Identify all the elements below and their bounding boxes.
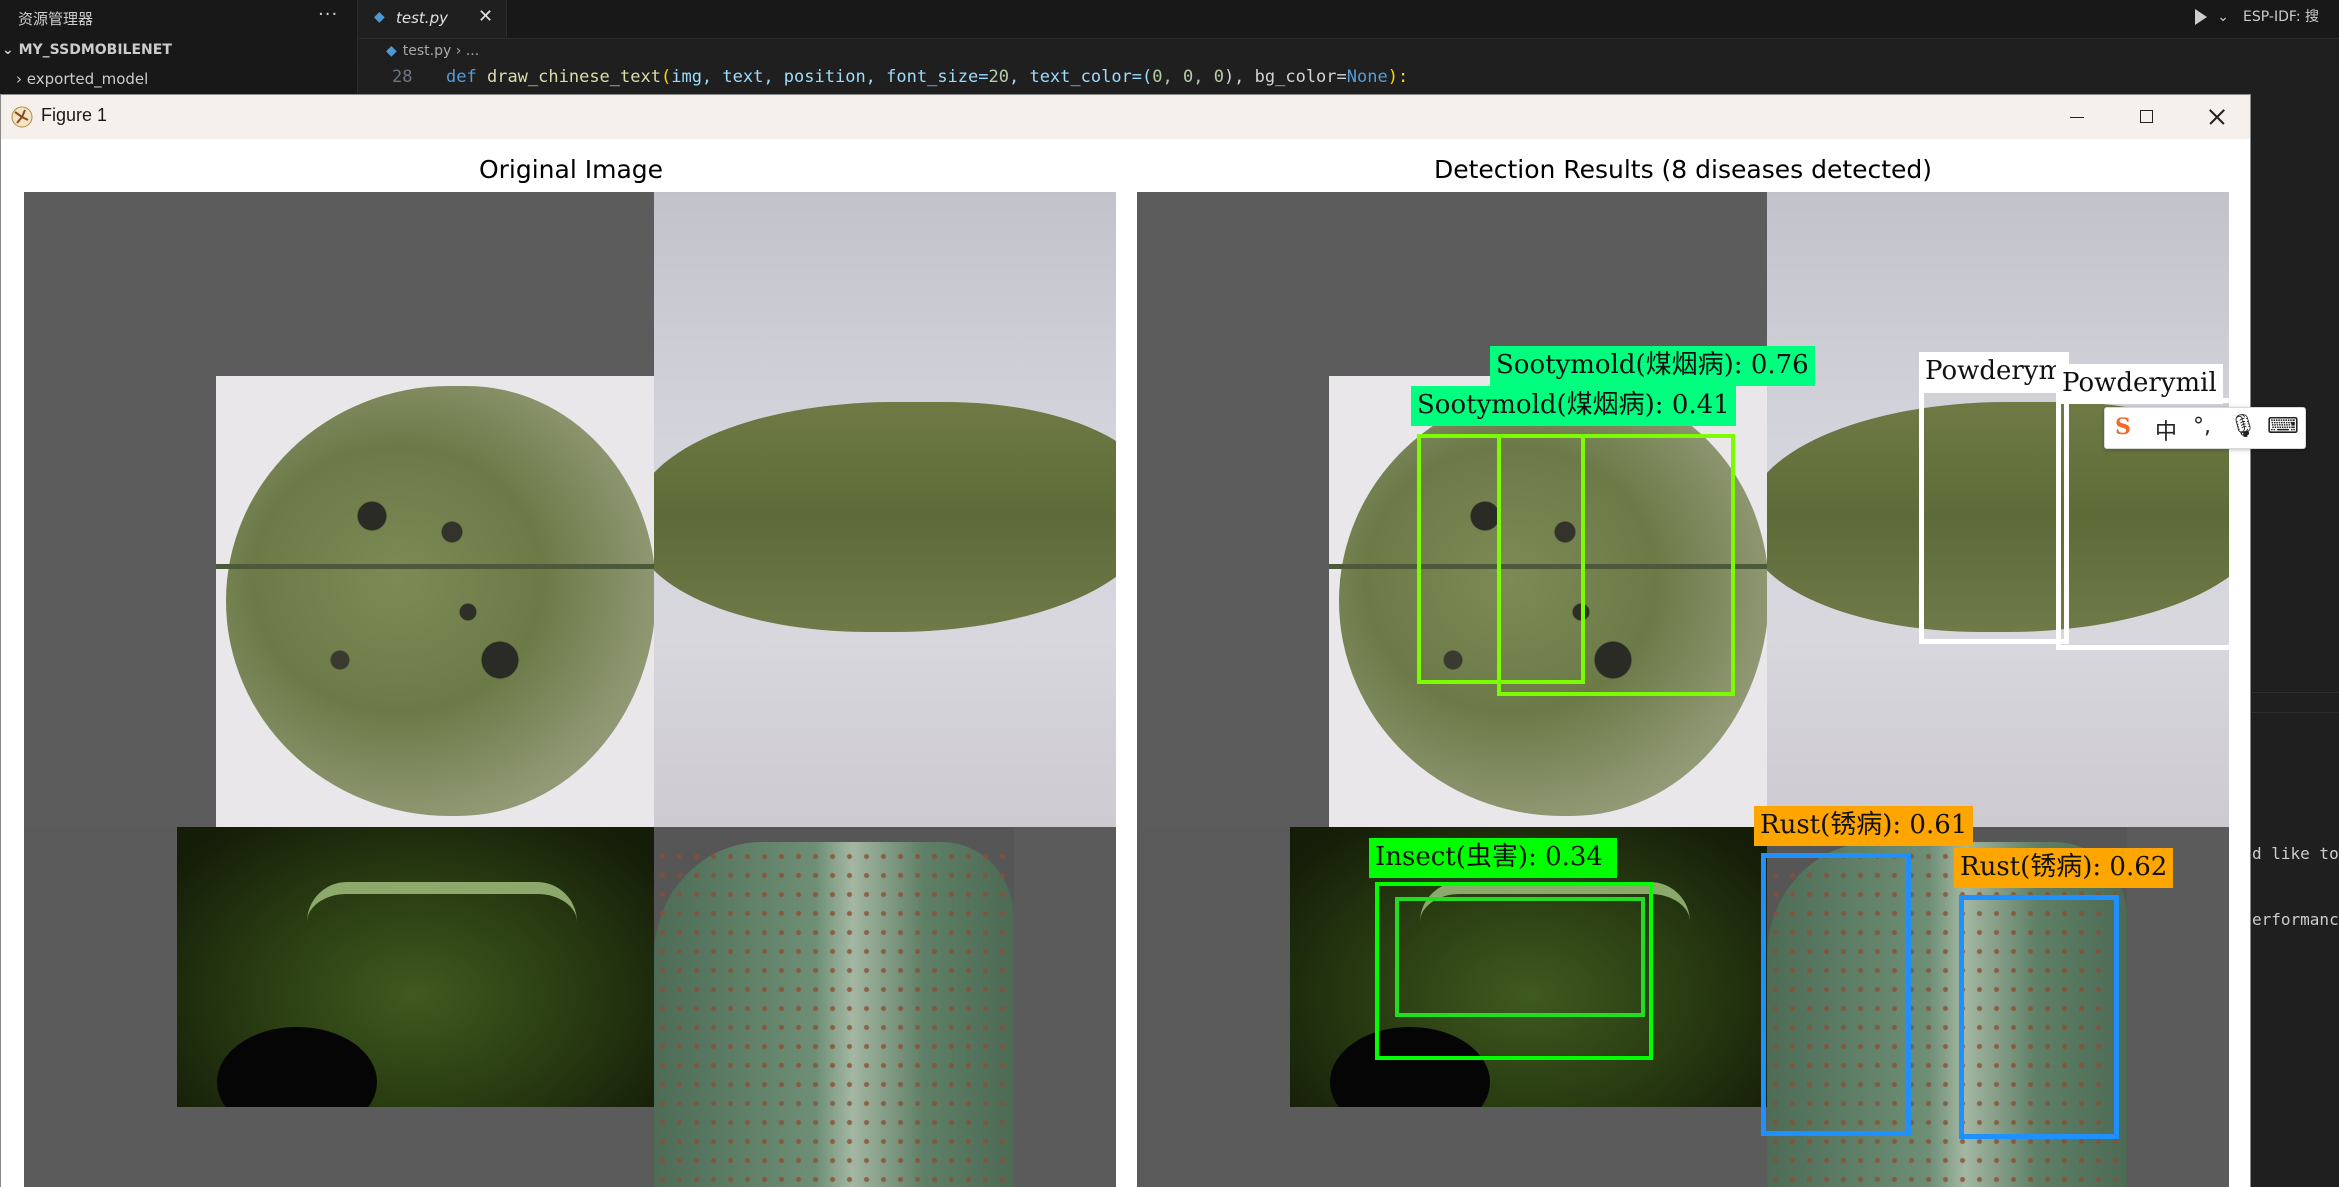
detection-results-title: Detection Results (8 diseases detected) bbox=[1433, 155, 1933, 184]
detection-image: Sootymold(煤烟病): 0.76 Sootymold(煤烟病): 0.4… bbox=[1137, 192, 2229, 1187]
detection-box bbox=[1761, 853, 1911, 1136]
matplotlib-icon bbox=[11, 106, 33, 128]
figure-window: Figure 1 Original Image Detection Result… bbox=[0, 94, 2251, 1187]
detection-box bbox=[1919, 388, 2069, 644]
original-image-title: Original Image bbox=[478, 155, 664, 184]
ime-toolbar[interactable]: S 中 °, 🎙 ⌨ bbox=[2104, 407, 2306, 449]
tab-test-py[interactable]: ◆ test.py ✕ bbox=[358, 0, 507, 38]
terminal-line: erformance bbox=[2252, 910, 2339, 929]
python-file-icon: ◆ bbox=[374, 9, 385, 25]
minimize-button[interactable] bbox=[2041, 95, 2111, 139]
editor-tabbar: ◆ test.py ✕ ⌄ ESP-IDF: 搜 bbox=[358, 0, 2339, 39]
panel-divider bbox=[2252, 712, 2339, 713]
insect-image bbox=[177, 827, 654, 1107]
more-actions-icon[interactable]: ··· bbox=[318, 4, 338, 25]
explorer-title: 资源管理器 bbox=[18, 10, 94, 28]
sogou-icon[interactable]: S bbox=[2115, 414, 2131, 440]
detection-label: Powderymil bbox=[2056, 364, 2223, 404]
original-image bbox=[24, 192, 1116, 1187]
detection-label: Sootymold(煤烟病): 0.41 bbox=[1411, 386, 1736, 426]
detection-label: Insect(虫害): 0.34 bbox=[1369, 838, 1617, 878]
terminal-line: d like to bbox=[2252, 844, 2339, 863]
line-number: 28 bbox=[392, 67, 413, 87]
powdery-leaf-image bbox=[654, 192, 1116, 827]
project-name: MY_SSDMOBILENET bbox=[18, 42, 172, 58]
folder-name: exported_model bbox=[26, 70, 149, 88]
breadcrumb-symbol[interactable]: ... bbox=[466, 43, 479, 59]
python-file-icon: ◆ bbox=[386, 43, 397, 59]
play-icon bbox=[2195, 9, 2208, 25]
detection-box bbox=[1497, 434, 1735, 696]
detection-label: Rust(锈病): 0.62 bbox=[1954, 848, 2174, 888]
secondary-panel: d like to erformance bbox=[2252, 92, 2339, 1187]
close-button[interactable] bbox=[2181, 95, 2250, 139]
detection-label: Powderym bbox=[1919, 352, 2070, 392]
sootymold-leaf-image bbox=[216, 376, 656, 828]
breadcrumb: ◆ test.py › ... bbox=[386, 43, 479, 59]
keyboard-icon[interactable]: ⌨ bbox=[2267, 414, 2299, 439]
window-titlebar[interactable]: Figure 1 bbox=[1, 95, 2250, 139]
microphone-icon[interactable]: 🎙 bbox=[2229, 414, 2257, 439]
rust-leaf-image bbox=[654, 827, 1014, 1187]
chevron-right-icon: › bbox=[16, 70, 27, 88]
panel-divider bbox=[2252, 692, 2339, 693]
project-root[interactable]: ⌄ MY_SSDMOBILENET bbox=[2, 42, 172, 58]
detection-box bbox=[1395, 897, 1645, 1017]
detection-label: Rust(锈病): 0.61 bbox=[1754, 806, 1974, 846]
tab-label: test.py bbox=[396, 9, 448, 27]
detection-label: Sootymold(煤烟病): 0.76 bbox=[1490, 346, 1815, 386]
detection-box bbox=[1959, 895, 2119, 1139]
close-tab-icon[interactable]: ✕ bbox=[478, 6, 493, 27]
breadcrumb-file[interactable]: test.py bbox=[403, 43, 452, 59]
chevron-down-icon: ⌄ bbox=[2, 42, 19, 58]
chevron-right-icon: › bbox=[455, 43, 466, 59]
esp-idf-label: ESP-IDF: 搜 bbox=[2243, 9, 2319, 25]
punctuation-icon[interactable]: °, bbox=[2193, 414, 2211, 439]
ime-language-toggle[interactable]: 中 bbox=[2155, 414, 2177, 446]
window-title: Figure 1 bbox=[41, 105, 108, 125]
code-line: def draw_chinese_text(img, text, positio… bbox=[446, 67, 1409, 87]
code-editor[interactable]: 28 def draw_chinese_text(img, text, posi… bbox=[358, 64, 2339, 94]
maximize-button[interactable] bbox=[2111, 95, 2181, 139]
folder-item[interactable]: › exported_model bbox=[16, 70, 148, 88]
run-button[interactable]: ⌄ ESP-IDF: 搜 bbox=[2195, 6, 2319, 26]
chevron-down-icon: ⌄ bbox=[2217, 9, 2230, 25]
